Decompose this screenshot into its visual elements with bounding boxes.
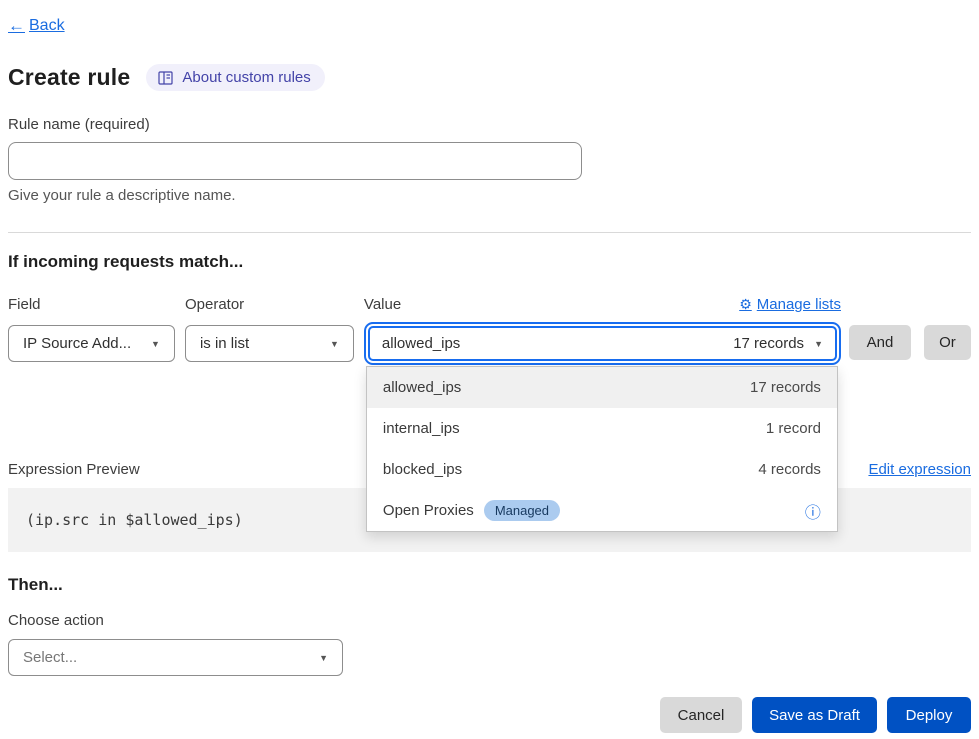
- footer-actions: Cancel Save as Draft Deploy: [8, 697, 971, 733]
- info-icon[interactable]: ⓘ: [805, 499, 821, 523]
- list-name: blocked_ips: [383, 461, 462, 478]
- list-record-count: 1 record: [766, 420, 821, 437]
- chevron-down-icon: ▼: [814, 339, 823, 349]
- choose-action-label: Choose action: [8, 612, 971, 629]
- action-select-placeholder: Select...: [23, 649, 77, 666]
- value-select[interactable]: allowed_ips 17 records ▼: [368, 326, 837, 361]
- edit-expression-link[interactable]: Edit expression: [868, 461, 971, 478]
- value-select-count: 17 records: [733, 335, 804, 352]
- value-select-name: allowed_ips: [382, 335, 460, 352]
- operator-select[interactable]: is in list ▼: [185, 325, 354, 362]
- rule-name-input[interactable]: [8, 142, 582, 180]
- list-record-count: 4 records: [758, 461, 821, 478]
- book-icon: [158, 71, 174, 85]
- field-select[interactable]: IP Source Add... ▼: [8, 325, 175, 362]
- save-as-draft-button[interactable]: Save as Draft: [752, 697, 877, 733]
- page-title: Create rule: [8, 64, 130, 91]
- value-select-focus-ring: allowed_ips 17 records ▼: [364, 322, 841, 365]
- manage-lists-label: Manage lists: [757, 296, 841, 313]
- action-select[interactable]: Select... ▼: [8, 639, 343, 676]
- value-column: Value ⚙ Manage lists allowed_ips 17 recor…: [364, 293, 841, 365]
- rule-name-helper-text: Give your rule a descriptive name.: [8, 187, 971, 204]
- back-link[interactable]: ←Back: [8, 16, 65, 36]
- field-label: Field: [8, 296, 41, 313]
- manage-lists-link[interactable]: ⚙ Manage lists: [739, 296, 841, 313]
- list-record-count: 17 records: [750, 379, 821, 396]
- dropdown-item-blocked-ips[interactable]: blocked_ips 4 records: [367, 449, 837, 490]
- match-section-heading: If incoming requests match...: [8, 252, 971, 272]
- list-dropdown-panel: allowed_ips 17 records internal_ips 1 re…: [366, 366, 838, 532]
- about-custom-rules-badge[interactable]: About custom rules: [146, 64, 324, 91]
- gear-icon: ⚙: [739, 296, 752, 313]
- list-name: Open Proxies: [383, 502, 474, 519]
- deploy-button[interactable]: Deploy: [887, 697, 971, 733]
- list-name: internal_ips: [383, 420, 460, 437]
- then-section-heading: Then...: [8, 575, 971, 595]
- cancel-button[interactable]: Cancel: [660, 697, 742, 733]
- about-badge-label: About custom rules: [182, 69, 310, 86]
- expression-code: (ip.src in $allowed_ips): [26, 511, 243, 529]
- chevron-down-icon: ▼: [151, 339, 160, 349]
- section-divider: [8, 232, 971, 233]
- field-column: Field IP Source Add... ▼: [8, 293, 175, 362]
- list-name: allowed_ips: [383, 379, 461, 396]
- chevron-down-icon: ▼: [330, 339, 339, 349]
- expression-preview-label: Expression Preview: [8, 461, 140, 478]
- managed-badge: Managed: [484, 500, 560, 521]
- create-rule-page: ←Back Create rule About custom rules Rul…: [0, 0, 979, 739]
- back-link-label: Back: [29, 17, 65, 35]
- rule-name-label: Rule name (required): [8, 116, 971, 133]
- chevron-down-icon: ▼: [319, 653, 328, 663]
- condition-row: Field IP Source Add... ▼ Operator is in …: [8, 293, 971, 365]
- or-button[interactable]: Or: [924, 325, 971, 360]
- and-button[interactable]: And: [849, 325, 911, 360]
- back-arrow-icon: ←: [8, 16, 25, 36]
- dropdown-item-internal-ips[interactable]: internal_ips 1 record: [367, 408, 837, 449]
- dropdown-item-allowed-ips[interactable]: allowed_ips 17 records: [367, 367, 837, 408]
- operator-column: Operator is in list ▼: [185, 293, 354, 362]
- title-row: Create rule About custom rules: [8, 64, 971, 91]
- value-label: Value: [364, 296, 401, 313]
- dropdown-item-open-proxies[interactable]: Open Proxies Managed ⓘ: [367, 490, 837, 531]
- and-or-group: And Or: [849, 325, 971, 360]
- field-select-value: IP Source Add...: [23, 335, 131, 352]
- operator-select-value: is in list: [200, 335, 249, 352]
- operator-label: Operator: [185, 296, 244, 313]
